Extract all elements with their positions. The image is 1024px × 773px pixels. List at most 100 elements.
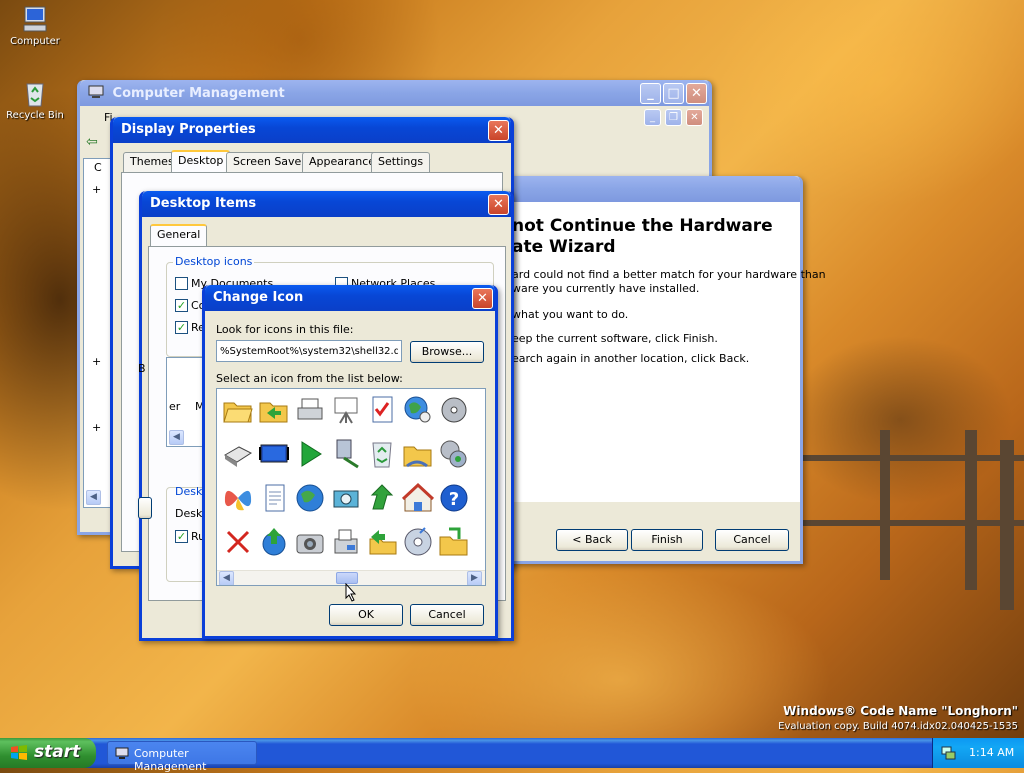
close-button[interactable]: ✕: [472, 288, 493, 309]
computer-checkbox[interactable]: ✓: [175, 299, 188, 312]
desktop-icon-label: Computer: [10, 36, 60, 47]
globe-search-icon[interactable]: [401, 393, 435, 427]
globe-icon[interactable]: [293, 481, 327, 515]
scroll-right-arrow[interactable]: ▶: [467, 571, 482, 585]
back-button[interactable]: < Back: [556, 529, 628, 551]
network-computer-icon[interactable]: [329, 437, 363, 471]
svg-text:?: ?: [449, 489, 459, 510]
mdi-minimize-button[interactable]: _: [644, 109, 661, 126]
mdi-close-button[interactable]: ✕: [686, 109, 703, 126]
partial-icon[interactable]: [473, 437, 485, 471]
system-tray: 1:14 AM: [932, 738, 1024, 768]
network-icon[interactable]: [941, 746, 956, 760]
scanner-icon[interactable]: [221, 437, 255, 471]
hardware-wizard-window[interactable]: not Continue the Hardware ate Wizard ard…: [500, 176, 826, 564]
start-label: start: [34, 742, 81, 762]
folder-move-icon[interactable]: [365, 525, 399, 559]
desktop-icon-recycle-bin[interactable]: Recycle Bin: [0, 78, 70, 121]
recycle-bin-icon[interactable]: [365, 437, 399, 471]
back-arrow-icon[interactable]: ⇦: [86, 134, 98, 150]
open-folder-icon[interactable]: [221, 393, 255, 427]
close-button[interactable]: ✕: [686, 83, 707, 104]
partial-icon[interactable]: [473, 393, 485, 427]
folder-share-icon[interactable]: [401, 437, 435, 471]
document-icon[interactable]: [257, 481, 291, 515]
start-button[interactable]: start: [0, 738, 96, 768]
monitor-icon[interactable]: [257, 437, 291, 471]
cleanup-button-edge[interactable]: [138, 497, 152, 519]
clock[interactable]: 1:14 AM: [969, 746, 1014, 759]
icon-list-label: Select an icon from the list below:: [216, 372, 403, 385]
tree-pane[interactable]: C + + +: [83, 158, 113, 508]
wizard-titlebar[interactable]: [500, 176, 800, 202]
icon-list[interactable]: ? ◀ ▶: [216, 388, 486, 586]
windows-logo-icon: [11, 745, 27, 760]
home-icon[interactable]: [401, 481, 435, 515]
recycle-bin-icon: [26, 83, 44, 107]
close-button[interactable]: ✕: [488, 194, 509, 215]
wizard-text: earch again in another location, click B…: [512, 352, 750, 365]
partial-icon[interactable]: [473, 525, 485, 559]
computer-management-titlebar[interactable]: Computer Management _ □ ✕: [80, 80, 709, 106]
display-properties-titlebar[interactable]: Display Properties ✕: [113, 117, 511, 143]
red-x-icon[interactable]: [221, 525, 255, 559]
checklist-icon[interactable]: [365, 393, 399, 427]
fence-post: [880, 430, 890, 580]
camera-icon[interactable]: [293, 525, 327, 559]
computer-management-icon: [115, 747, 129, 759]
scroll-left-arrow[interactable]: ◀: [219, 571, 234, 585]
taskbar: start Computer Management 1:14 AM: [0, 738, 1024, 773]
tree-expander[interactable]: +: [92, 183, 101, 196]
close-button[interactable]: ✕: [488, 120, 509, 141]
cancel-button[interactable]: Cancel: [715, 529, 789, 551]
window-title: Desktop Items: [150, 196, 257, 211]
folder-arrow-icon[interactable]: [437, 525, 471, 559]
tab-desktop[interactable]: Desktop: [171, 150, 231, 172]
browse-button[interactable]: Browse...: [410, 341, 484, 363]
desktop-items-titlebar[interactable]: Desktop Items ✕: [142, 191, 511, 217]
finish-button[interactable]: Finish: [631, 529, 703, 551]
tree-item[interactable]: C: [94, 161, 102, 174]
window-title: Computer Management: [112, 86, 285, 101]
my-documents-checkbox[interactable]: [175, 277, 188, 290]
minimize-button[interactable]: _: [640, 83, 661, 104]
taskbar-item-computer-management[interactable]: Computer Management: [107, 741, 257, 773]
desktop-icon-computer[interactable]: Computer: [0, 4, 70, 47]
cd-drive-icon[interactable]: [329, 481, 363, 515]
printer-icon[interactable]: [293, 393, 327, 427]
fragment-label: B: [138, 362, 146, 375]
tab-general[interactable]: General: [150, 224, 208, 246]
tab-screen-saver[interactable]: Screen Saver: [226, 152, 313, 172]
disc-icon[interactable]: [437, 393, 471, 427]
computer-management-icon: [88, 85, 104, 98]
partial-icon[interactable]: [473, 481, 485, 515]
taskbar-item-label: Computer Management: [134, 747, 207, 773]
watermark-build: Evaluation copy. Build 4074.idx02.040425…: [778, 721, 1018, 732]
change-icon-titlebar[interactable]: Change Icon ✕: [205, 285, 495, 311]
desktop-icons-group-label: Desktop icons: [173, 255, 255, 268]
ok-button[interactable]: OK: [329, 604, 403, 626]
help-icon[interactable]: ?: [437, 481, 471, 515]
tree-expander[interactable]: +: [92, 421, 101, 434]
butterfly-icon[interactable]: [221, 481, 255, 515]
scroll-left-arrow[interactable]: ◀: [169, 430, 184, 445]
play-icon[interactable]: [293, 437, 327, 471]
mdi-restore-button[interactable]: ❐: [665, 109, 682, 126]
cancel-button[interactable]: Cancel: [410, 604, 484, 626]
tree-expander[interactable]: +: [92, 355, 101, 368]
recycle-bin-checkbox[interactable]: ✓: [175, 321, 188, 334]
icon-file-input[interactable]: [216, 340, 402, 362]
fence-post: [965, 430, 977, 590]
run-cleanup-checkbox[interactable]: ✓: [175, 530, 188, 543]
scroll-left-arrow[interactable]: ◀: [86, 490, 101, 505]
cd-icon[interactable]: [401, 525, 435, 559]
folder-sync-icon[interactable]: [257, 393, 291, 427]
maximize-button[interactable]: □: [663, 83, 684, 104]
green-arrow-icon[interactable]: [365, 481, 399, 515]
file-label: Look for icons in this file:: [216, 323, 354, 336]
fax-icon[interactable]: [329, 525, 363, 559]
computer-settings-icon[interactable]: [437, 437, 471, 471]
tab-settings[interactable]: Settings: [371, 152, 431, 172]
presentation-icon[interactable]: [329, 393, 363, 427]
globe-up-icon[interactable]: [257, 525, 291, 559]
